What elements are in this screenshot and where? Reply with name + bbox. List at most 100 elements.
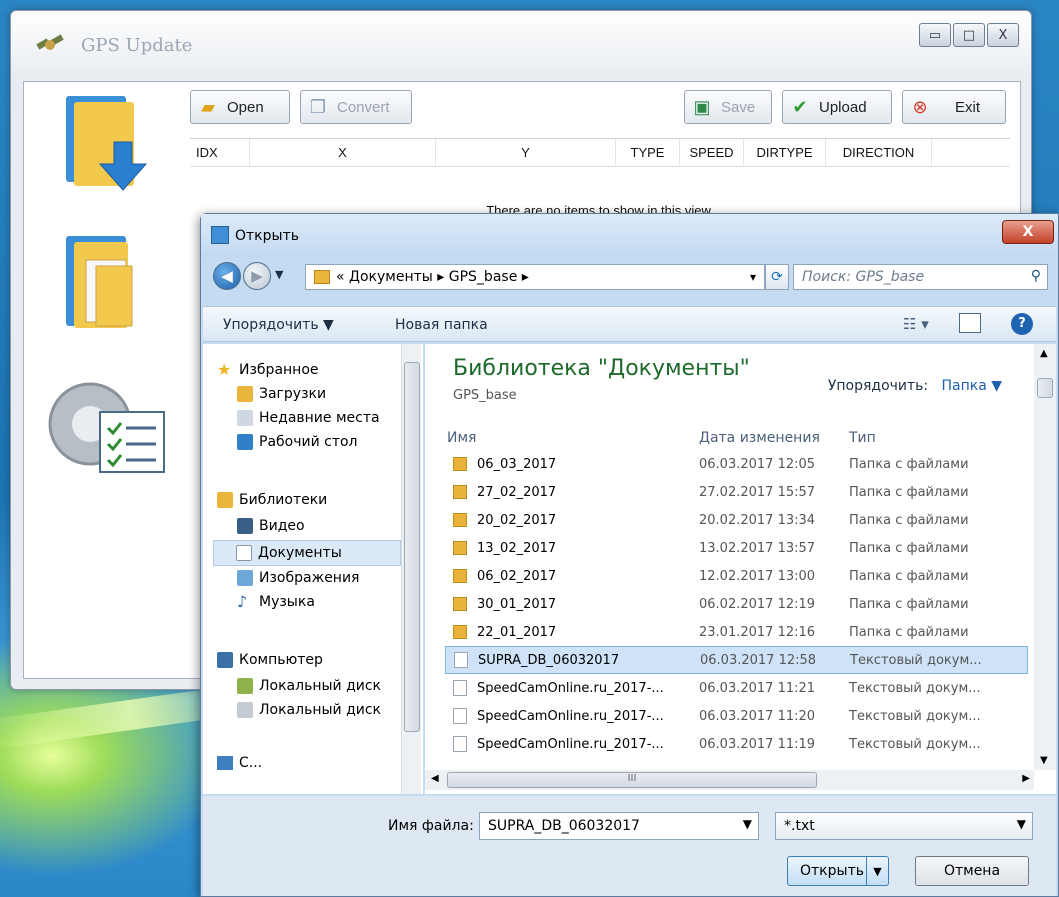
nav-recent[interactable]: Недавние места — [237, 410, 380, 426]
file-row[interactable]: 06_02_2017 12.02.2017 13:00 Папка с файлам… — [445, 562, 1028, 590]
organize-menu[interactable]: Упорядочить ▼ — [223, 317, 334, 333]
back-button[interactable]: ◀ — [213, 262, 241, 290]
nav-images[interactable]: Изображения — [237, 570, 359, 586]
scroll-left-icon[interactable]: ◀ — [431, 773, 439, 784]
col-y[interactable]: Y — [436, 139, 616, 166]
file-name-text: 13_02_2017 — [477, 540, 557, 556]
file-type: Текстовый докум... — [849, 708, 981, 724]
col-dirtype[interactable]: DIRTYPE — [744, 139, 826, 166]
open-button[interactable]: ▰ Open — [190, 90, 290, 124]
nav-local-disk-1[interactable]: Локальный диск — [237, 678, 381, 694]
address-path[interactable]: « Документы ▸ GPS_base ▸ ▾ — [305, 264, 765, 290]
col-type[interactable]: TYPE — [616, 139, 680, 166]
file-name-text: 06_02_2017 — [477, 568, 557, 584]
col-idx[interactable]: IDX — [190, 139, 250, 166]
nav-local-disk-2[interactable]: Локальный диск — [237, 702, 381, 718]
save-button[interactable]: ▣ Save — [684, 90, 772, 124]
settings-list-icon[interactable] — [42, 372, 172, 482]
nav-video[interactable]: Видео — [237, 518, 305, 534]
file-row[interactable]: 30_01_2017 06.02.2017 12:19 Папка с файлам… — [445, 590, 1028, 618]
file-row[interactable]: 20_02_2017 20.02.2017 13:34 Папка с файлам… — [445, 506, 1028, 534]
search-icon[interactable]: ⚲ — [1031, 268, 1041, 284]
maximize-button[interactable]: □ — [953, 23, 985, 47]
view-options-icon[interactable]: ☷ ▾ — [903, 315, 929, 333]
address-bar: ◀ ▶ ▼ « Документы ▸ GPS_base ▸ ▾ ⟳ Поиск… — [213, 262, 1048, 292]
new-folder-button[interactable]: Новая папка — [395, 317, 488, 333]
file-row[interactable]: SUPRA_DB_06032017 06.03.2017 12:58 Текстов… — [445, 646, 1028, 674]
refresh-button[interactable]: ⟳ — [765, 264, 789, 290]
star-icon: ★ — [217, 360, 232, 379]
file-row[interactable]: SpeedCamOnline.ru_2017-... 06.03.2017 11:… — [445, 674, 1028, 702]
scroll-up-icon[interactable]: ▲ — [1040, 348, 1048, 359]
arrange-by[interactable]: Упорядочить: Папка ▼ — [828, 378, 1002, 394]
col-x[interactable]: X — [250, 139, 436, 166]
command-bar: Упорядочить ▼ Новая папка ☷ ▾ ? — [203, 306, 1056, 342]
file-name: SpeedCamOnline.ru_2017-... — [453, 736, 664, 752]
address-dropdown-icon[interactable]: ▾ — [750, 270, 756, 284]
minimize-button[interactable]: ▭ — [919, 23, 951, 47]
nav-downloads[interactable]: Загрузки — [237, 386, 326, 402]
search-box[interactable]: Поиск: GPS_base ⚲ — [793, 264, 1048, 290]
nav-network[interactable]: С... — [217, 756, 262, 770]
filetype-dropdown-icon[interactable]: ▼ — [1017, 817, 1026, 831]
nav-libraries[interactable]: Библиотеки — [217, 492, 327, 508]
gps-title-bar[interactable]: GPS Update ▭ □ X — [11, 11, 1031, 77]
upload-button[interactable]: ✔ Upload — [782, 90, 892, 124]
filename-input[interactable]: SUPRA_DB_06032017 ▼ — [479, 812, 759, 840]
file-row[interactable]: 13_02_2017 13.02.2017 13:57 Папка с файлам… — [445, 534, 1028, 562]
text-document-icon — [453, 680, 467, 696]
breadcrumb-gps-base[interactable]: GPS_base — [449, 269, 518, 285]
filename-dropdown-icon[interactable]: ▼ — [743, 817, 752, 831]
col-type[interactable]: Тип — [849, 430, 876, 446]
nav-disk2-label: Локальный диск — [259, 702, 382, 718]
nav-computer[interactable]: Компьютер — [217, 652, 323, 668]
convert-button[interactable]: ❐ Convert — [300, 90, 412, 124]
files-hscrollbar[interactable]: ◀ III ▶ — [425, 770, 1034, 790]
exit-button[interactable]: ⊗ Exit — [902, 90, 1006, 124]
folder-icon — [453, 457, 467, 471]
breadcrumb-separator[interactable]: ▸ — [522, 269, 529, 285]
nav-scroll-thumb[interactable] — [404, 362, 420, 732]
breadcrumb-separator[interactable]: ▸ — [437, 269, 444, 285]
files-scrollbar[interactable]: ▲ ▼ — [1034, 344, 1056, 770]
nav-favorites[interactable]: ★ Избранное — [217, 360, 319, 379]
col-name[interactable]: Имя — [447, 430, 476, 446]
file-row[interactable]: 06_03_2017 06.03.2017 12:05 Папка с файлам… — [445, 450, 1028, 478]
folder-download-icon[interactable] — [52, 90, 162, 200]
file-type: Текстовый докум... — [849, 736, 981, 752]
open-split-dropdown-icon[interactable]: ▼ — [866, 857, 888, 885]
col-direction[interactable]: DIRECTION — [826, 139, 932, 166]
scroll-down-icon[interactable]: ▼ — [1040, 755, 1048, 766]
breadcrumb-overflow[interactable]: « — [336, 269, 345, 285]
file-row[interactable]: SpeedCamOnline.ru_2017-... 06.03.2017 11:… — [445, 730, 1028, 758]
file-row[interactable]: 27_02_2017 27.02.2017 15:57 Папка с файлам… — [445, 478, 1028, 506]
filetype-select[interactable]: *.txt ▼ — [775, 812, 1033, 840]
nav-scrollbar[interactable] — [401, 344, 421, 794]
breadcrumb-documents[interactable]: Документы — [349, 269, 433, 285]
file-type: Папка с файлами — [849, 484, 969, 500]
nav-desktop[interactable]: Рабочий стол — [237, 434, 358, 450]
col-date[interactable]: Дата изменения — [699, 430, 820, 446]
nav-recent-label: Недавние места — [259, 410, 380, 426]
help-icon[interactable]: ? — [1011, 313, 1033, 335]
file-row[interactable]: 22_01_2017 23.01.2017 12:16 Папка с файлам… — [445, 618, 1028, 646]
cancel-button[interactable]: Отмена — [915, 856, 1029, 886]
file-name-text: 20_02_2017 — [477, 512, 557, 528]
dialog-title-bar[interactable]: Открыть X — [201, 214, 1058, 258]
nav-documents[interactable]: Документы — [213, 540, 401, 566]
open-dialog-button[interactable]: Открыть ▼ — [787, 856, 889, 886]
dialog-close-button[interactable]: X — [1002, 220, 1054, 244]
hscroll-thumb[interactable]: III — [447, 772, 817, 788]
scroll-right-icon[interactable]: ▶ — [1022, 773, 1030, 784]
preview-pane-icon[interactable] — [959, 313, 981, 333]
history-dropdown-icon[interactable]: ▼ — [275, 268, 283, 281]
nav-desktop-label: Рабочий стол — [259, 434, 358, 450]
folder-documents-icon[interactable] — [52, 230, 162, 340]
close-button[interactable]: X — [987, 23, 1019, 47]
col-speed[interactable]: SPEED — [680, 139, 744, 166]
files-scroll-thumb[interactable] — [1037, 378, 1053, 398]
file-row[interactable]: SpeedCamOnline.ru_2017-... 06.03.2017 11:… — [445, 702, 1028, 730]
nav-music[interactable]: ♪ Музыка — [237, 594, 315, 611]
arrange-value[interactable]: Папка ▼ — [941, 378, 1002, 394]
forward-button[interactable]: ▶ — [243, 262, 271, 290]
